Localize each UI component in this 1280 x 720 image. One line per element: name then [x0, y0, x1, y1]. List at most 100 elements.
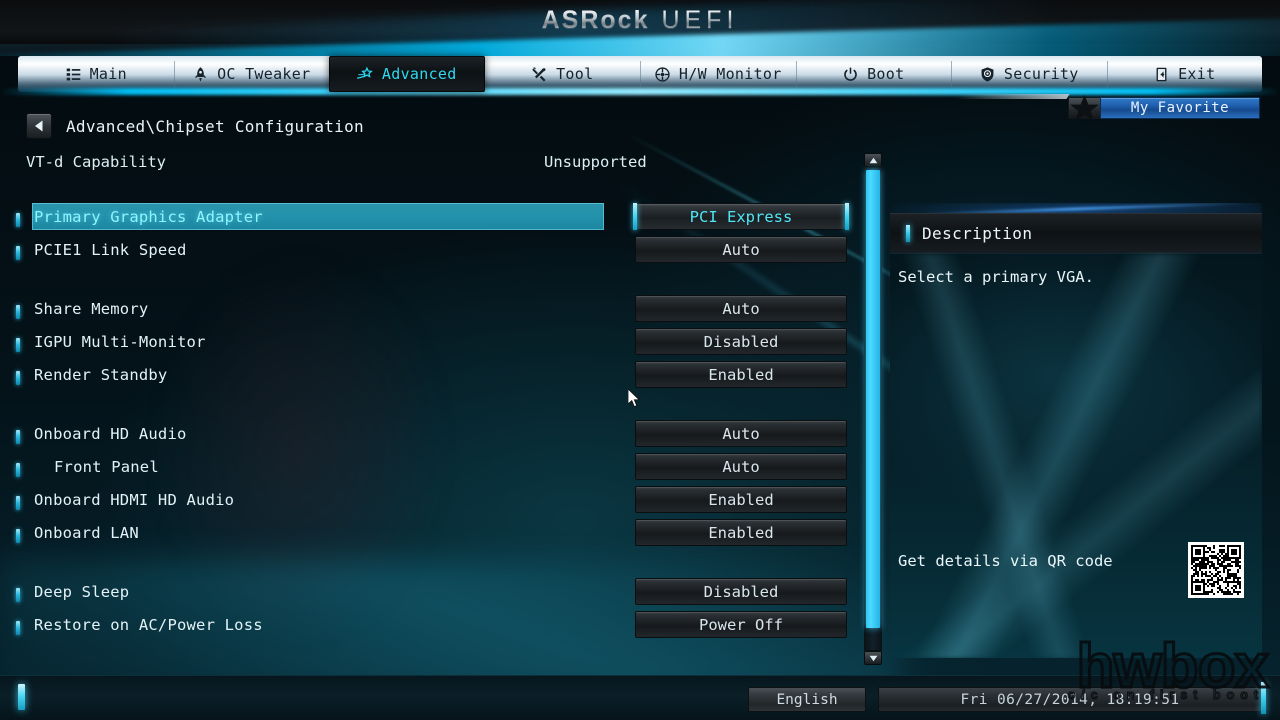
- rocket-icon: [192, 66, 209, 83]
- favorite-accent-tail: [956, 94, 1070, 99]
- tab-boot[interactable]: Boot: [795, 56, 952, 92]
- shooting-star-icon: [356, 66, 374, 83]
- setting-row: Onboard HDMI HD Audio Enabled: [0, 486, 856, 519]
- status-bar-accent-left: [18, 684, 25, 710]
- exit-door-icon: [1153, 66, 1170, 83]
- setting-value-button[interactable]: Auto: [635, 236, 847, 263]
- bullet-marker-icon: [16, 430, 20, 444]
- setting-row: Onboard LAN Enabled: [0, 519, 856, 552]
- app-header: ASRock UEFI: [0, 0, 1280, 56]
- power-icon: [842, 66, 859, 83]
- tab-advanced[interactable]: Advanced: [329, 56, 485, 92]
- setting-value-button[interactable]: Enabled: [635, 519, 847, 546]
- settings-scrollbar[interactable]: [864, 153, 882, 665]
- scroll-up-icon[interactable]: [864, 153, 882, 167]
- setting-row: Primary Graphics Adapter PCI Express: [0, 203, 856, 236]
- settings-list: Primary Graphics Adapter PCI Express PCIE1…: [0, 203, 856, 644]
- bullet-marker-icon: [16, 371, 20, 385]
- setting-value-button[interactable]: Power Off: [635, 611, 847, 638]
- setting-row: Onboard HD Audio Auto: [0, 420, 856, 453]
- setting-label[interactable]: Onboard LAN: [32, 519, 604, 546]
- crosshair-icon: [654, 66, 671, 83]
- setting-label[interactable]: Primary Graphics Adapter: [32, 203, 604, 230]
- setting-value-button[interactable]: PCI Express: [633, 203, 849, 230]
- description-text: Select a primary VGA.: [898, 268, 1094, 286]
- info-row-vtd-capability: VT-d Capability Unsupported: [26, 153, 856, 171]
- setting-row: Render Standby Enabled: [0, 361, 856, 394]
- setting-value-button[interactable]: Enabled: [635, 361, 847, 388]
- brand-product: UEFI: [661, 6, 739, 34]
- brand-name: ASRock: [541, 6, 650, 34]
- tab-label: Main: [89, 65, 127, 83]
- tab-label: OC Tweaker: [217, 65, 311, 83]
- setting-row: Restore on AC/Power Loss Power Off: [0, 611, 856, 644]
- asrock-uefi-logo: ASRock UEFI: [0, 6, 1280, 35]
- scrollbar-track[interactable]: [864, 167, 882, 651]
- setting-label[interactable]: Restore on AC/Power Loss: [32, 611, 604, 638]
- setting-value-button[interactable]: Disabled: [635, 328, 847, 355]
- description-accent-bar: [906, 224, 910, 242]
- description-panel: Description Select a primary VGA. Get de…: [890, 203, 1262, 658]
- status-bar-accent-right: [1261, 682, 1266, 714]
- breadcrumb-path: Advanced\Chipset Configuration: [66, 116, 364, 136]
- wrench-screwdriver-icon: [531, 66, 548, 83]
- tab-list: Main OC Tweaker Advanced Tool H/W Monitor Boo…: [18, 56, 1262, 92]
- bullet-marker-icon: [16, 496, 20, 510]
- bullet-marker-icon: [16, 305, 20, 319]
- setting-label[interactable]: PCIE1 Link Speed: [32, 236, 604, 263]
- main-tab-bar: Main OC Tweaker Advanced Tool H/W Monitor Boo…: [0, 56, 1280, 96]
- scrollbar-thumb[interactable]: [866, 170, 880, 628]
- bullet-marker-icon: [16, 213, 20, 227]
- setting-label[interactable]: Deep Sleep: [32, 578, 604, 605]
- info-row-label: VT-d Capability: [26, 153, 166, 171]
- bullet-marker-icon: [16, 338, 20, 352]
- tab-label: Tool: [556, 65, 594, 83]
- qr-code-icon: [1188, 542, 1244, 598]
- bullet-marker-icon: [16, 246, 20, 260]
- qr-code-label: Get details via QR code: [898, 552, 1113, 570]
- setting-label[interactable]: Front Panel: [32, 453, 604, 480]
- uefi-bios-screen: ASRock UEFI Main OC Tweaker Advanced Tool H/…: [0, 0, 1280, 720]
- star-icon: [1068, 94, 1100, 121]
- tab-label: H/W Monitor: [678, 65, 782, 83]
- status-bar: English Fri 06/27/2014, 18:19:51: [0, 675, 1280, 720]
- tab-main[interactable]: Main: [18, 56, 174, 92]
- description-body: Select a primary VGA. Get details via QR…: [890, 253, 1262, 658]
- setting-value-button[interactable]: Auto: [635, 295, 847, 322]
- bullet-marker-icon: [16, 621, 20, 635]
- tab-oc-tweaker[interactable]: OC Tweaker: [173, 56, 330, 92]
- setting-label[interactable]: Share Memory: [32, 295, 604, 322]
- setting-row: Deep Sleep Disabled: [0, 578, 856, 611]
- my-favorite-button[interactable]: My Favorite: [956, 94, 1260, 121]
- setting-value-button[interactable]: Enabled: [635, 486, 847, 513]
- tab-label: Exit: [1178, 65, 1216, 83]
- scroll-down-icon[interactable]: [864, 651, 882, 665]
- tab-security[interactable]: Security: [951, 56, 1107, 92]
- setting-row: Share Memory Auto: [0, 295, 856, 328]
- tab-label: Boot: [867, 65, 905, 83]
- tab-exit[interactable]: Exit: [1106, 56, 1263, 92]
- setting-value-button[interactable]: Disabled: [635, 578, 847, 605]
- setting-row: IGPU Multi-Monitor Disabled: [0, 328, 856, 361]
- setting-row: Front Panel Auto: [0, 453, 856, 486]
- breadcrumb: Advanced\Chipset Configuration: [26, 113, 364, 139]
- setting-label[interactable]: Onboard HD Audio: [32, 420, 604, 447]
- setting-label[interactable]: IGPU Multi-Monitor: [32, 328, 604, 355]
- back-arrow-icon[interactable]: [26, 113, 52, 139]
- settings-group-spacer: [0, 269, 856, 295]
- tab-label: Security: [1003, 65, 1079, 83]
- tab-h-w-monitor[interactable]: H/W Monitor: [640, 56, 796, 92]
- tab-tool[interactable]: Tool: [485, 56, 641, 92]
- description-header: Description: [890, 213, 1262, 253]
- bullet-marker-icon: [16, 529, 20, 543]
- setting-value-button[interactable]: Auto: [635, 420, 847, 447]
- language-selector[interactable]: English: [748, 687, 866, 712]
- setting-label[interactable]: Onboard HDMI HD Audio: [32, 486, 604, 513]
- shield-icon: [979, 66, 996, 83]
- settings-group-spacer: [0, 394, 856, 420]
- my-favorite-label: My Favorite: [1100, 97, 1260, 119]
- setting-label[interactable]: Render Standby: [32, 361, 604, 388]
- setting-value-button[interactable]: Auto: [635, 453, 847, 480]
- description-title: Description: [922, 223, 1033, 243]
- settings-content: VT-d Capability Unsupported Primary Grap…: [0, 145, 1280, 675]
